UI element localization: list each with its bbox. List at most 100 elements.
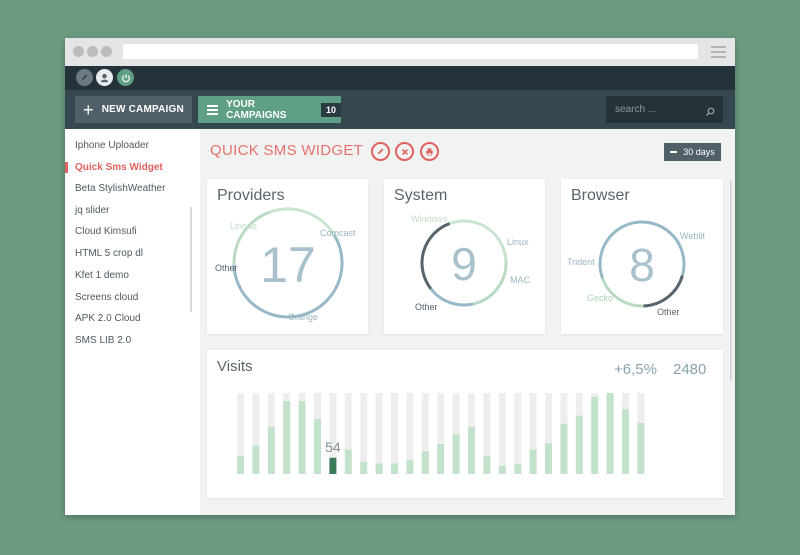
- visits-bar[interactable]: [468, 427, 475, 474]
- browser-value: 8: [629, 239, 655, 291]
- sidebar-scrollbar[interactable]: [190, 207, 192, 312]
- providers-label-other: Other: [215, 263, 238, 273]
- visits-bar[interactable]: [437, 444, 445, 474]
- sidebar: Iphone Uploader Quick Sms Widget Beta St…: [65, 129, 200, 515]
- visits-bar-track: [391, 393, 398, 474]
- print-icon[interactable]: [420, 142, 439, 161]
- browser-card: Browser 8 Weblit Trident Gecko Other: [561, 179, 723, 334]
- visits-bar-track: [514, 393, 522, 474]
- browser-label-weblit: Weblit: [680, 231, 705, 241]
- edit-profile-icon[interactable]: [76, 69, 93, 86]
- sidebar-item-iphone-uploader[interactable]: Iphone Uploader: [75, 140, 149, 151]
- delete-icon[interactable]: [395, 142, 414, 161]
- visits-card: Visits +6,5% 2480 54: [207, 350, 723, 498]
- visits-bar-value-label: 54: [325, 439, 341, 455]
- your-campaigns-label: YOUR CAMPAIGNS: [226, 98, 287, 121]
- your-campaigns-button[interactable]: YOUR CAMPAIGNS 10: [198, 96, 341, 123]
- browser-chrome: [65, 38, 735, 66]
- url-bar[interactable]: [123, 44, 698, 59]
- toolbar: + NEW CAMPAIGN YOUR CAMPAIGNS 10: [65, 90, 735, 129]
- visits-bar[interactable]: [360, 461, 368, 474]
- power-icon[interactable]: [117, 69, 134, 86]
- browser-menu-icon[interactable]: [711, 46, 726, 58]
- visits-bar[interactable]: [529, 449, 537, 474]
- donut-segment-trident: [598, 223, 629, 279]
- browser-label-gecko: Gecko: [587, 293, 614, 303]
- system-card: System 9 Windows Linux MAC Other: [384, 179, 545, 334]
- sidebar-item-sms-lib[interactable]: SMS LIB 2.0: [75, 335, 131, 346]
- providers-label-linode: Linode: [230, 221, 258, 231]
- donut-segment-linux: [472, 261, 508, 306]
- active-indicator: [65, 162, 68, 173]
- donut-segment-other: [420, 222, 451, 290]
- visits-bar[interactable]: [391, 463, 398, 474]
- system-label-other: Other: [415, 302, 438, 312]
- sidebar-item-apk-cloud[interactable]: APK 2.0 Cloud: [75, 313, 141, 324]
- visits-bar[interactable]: [591, 397, 599, 474]
- search-box: [606, 96, 723, 123]
- system-label-mac: MAC: [510, 275, 530, 285]
- sidebar-item-cloud-kimsufi[interactable]: Cloud Kimsufi: [75, 226, 137, 237]
- top-bar: [65, 66, 735, 90]
- search-input[interactable]: [606, 96, 705, 123]
- browser-window: + NEW CAMPAIGN YOUR CAMPAIGNS 10 Iphone …: [65, 38, 735, 515]
- providers-card: Providers 17 Linode Comcast Other Orange: [207, 179, 368, 334]
- visits-bar[interactable]: [283, 401, 291, 474]
- providers-value: 17: [260, 237, 316, 293]
- sidebar-item-html5-crop[interactable]: HTML 5 crop dl: [75, 248, 143, 259]
- search-icon[interactable]: [705, 104, 715, 122]
- visits-bar[interactable]: [514, 464, 522, 474]
- visits-bar[interactable]: [375, 463, 383, 474]
- window-zoom-dot[interactable]: [101, 46, 112, 57]
- range-label: 30 days: [683, 147, 715, 157]
- sidebar-item-quick-sms-widget[interactable]: Quick Sms Widget: [75, 162, 163, 173]
- edit-icon[interactable]: [371, 142, 390, 161]
- visits-bar[interactable]: [483, 456, 491, 474]
- campaigns-count-badge: 10: [320, 102, 341, 117]
- visits-bar[interactable]: [421, 451, 429, 474]
- visits-bar-track: [498, 393, 506, 474]
- sidebar-item-kfet-demo[interactable]: Kfet 1 demo: [75, 270, 129, 281]
- visits-bar[interactable]: [267, 427, 275, 474]
- visits-bar[interactable]: [252, 445, 260, 474]
- visits-bar-chart: 54: [237, 393, 645, 474]
- visits-bar[interactable]: [452, 434, 460, 474]
- system-donut: 9: [420, 219, 508, 307]
- providers-label-orange: Orange: [288, 312, 319, 322]
- visits-bar[interactable]: [237, 456, 244, 474]
- visits-bar[interactable]: [622, 409, 629, 474]
- visits-bar[interactable]: [344, 449, 352, 474]
- sidebar-item-jq-slider[interactable]: jq slider: [75, 205, 109, 216]
- browser-label-trident: Trident: [567, 257, 595, 267]
- providers-donut: 17: [232, 207, 344, 319]
- visits-bar[interactable]: [545, 443, 552, 474]
- visits-bar[interactable]: [575, 415, 583, 474]
- range-30-days-button[interactable]: 30 days: [664, 143, 721, 161]
- visits-bar[interactable]: [298, 401, 306, 474]
- visits-bar[interactable]: [606, 393, 614, 474]
- list-icon: [207, 103, 219, 117]
- new-campaign-label: NEW CAMPAIGN: [101, 104, 184, 115]
- window-minimize-dot[interactable]: [87, 46, 98, 57]
- visits-bar[interactable]: [406, 460, 414, 474]
- new-campaign-button[interactable]: + NEW CAMPAIGN: [75, 96, 192, 123]
- plus-icon: +: [83, 99, 94, 120]
- providers-label-comcast: Comcast: [320, 228, 356, 238]
- browser-label-other: Other: [657, 307, 680, 317]
- minus-icon: [670, 151, 678, 153]
- system-label-linux: Linux: [507, 237, 529, 247]
- visits-bar[interactable]: [637, 422, 645, 474]
- visits-bar[interactable]: [314, 418, 321, 474]
- main-scrollbar[interactable]: [730, 181, 732, 381]
- page-title: QUICK SMS WIDGET: [210, 142, 364, 159]
- main-content: QUICK SMS WIDGET 30 days Providers 17 Li…: [200, 129, 735, 515]
- sidebar-item-screens-cloud[interactable]: Screens cloud: [75, 292, 138, 303]
- visits-bar-track: [375, 393, 383, 474]
- window-close-dot[interactable]: [73, 46, 84, 57]
- visits-bar[interactable]: [560, 423, 568, 474]
- visits-bar-highlighted[interactable]: [329, 457, 337, 474]
- user-avatar[interactable]: [96, 69, 113, 86]
- visits-bar[interactable]: [498, 465, 506, 474]
- sidebar-item-beta-stylishweather[interactable]: Beta StylishWeather: [75, 183, 165, 194]
- system-value: 9: [451, 238, 477, 290]
